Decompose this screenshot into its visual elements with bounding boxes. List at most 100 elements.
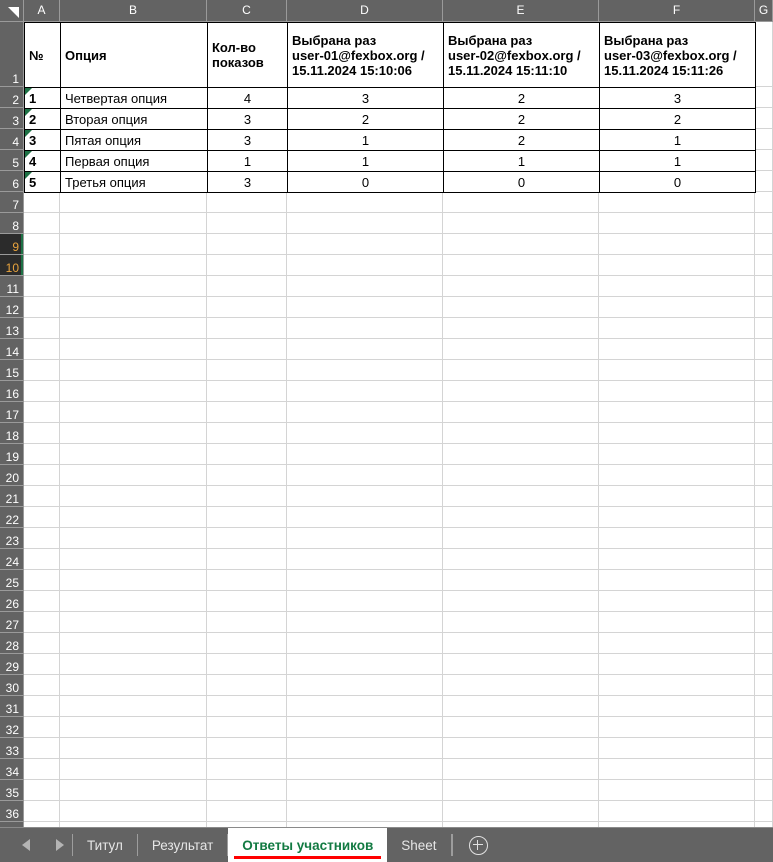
row-header-29[interactable]: 29 [0, 654, 24, 675]
cell-user01[interactable]: 2 [287, 108, 444, 130]
row-header-24[interactable]: 24 [0, 549, 24, 570]
grid-cell-c21[interactable] [207, 486, 287, 506]
cell-shows[interactable]: 3 [207, 171, 288, 193]
grid-cell-b35[interactable] [60, 780, 207, 800]
row-header-14[interactable]: 14 [0, 339, 24, 360]
grid-cell-f12[interactable] [599, 297, 755, 317]
grid-cell-e25[interactable] [443, 570, 599, 590]
row-header-19[interactable]: 19 [0, 444, 24, 465]
grid-cell-a21[interactable] [24, 486, 60, 506]
grid-cell-e22[interactable] [443, 507, 599, 527]
grid-cell-g18[interactable] [755, 423, 773, 443]
grid-cell-a36[interactable] [24, 801, 60, 821]
grid-cell-c27[interactable] [207, 612, 287, 632]
grid-cell-g22[interactable] [755, 507, 773, 527]
grid-cell-a27[interactable] [24, 612, 60, 632]
grid-cell-a20[interactable] [24, 465, 60, 485]
grid-cell-c17[interactable] [207, 402, 287, 422]
arrow-right-icon[interactable] [56, 839, 64, 851]
grid-cell-g2[interactable] [755, 87, 773, 107]
grid-cell-c16[interactable] [207, 381, 287, 401]
grid-cell-a17[interactable] [24, 402, 60, 422]
cell-index[interactable]: 1 [24, 87, 61, 109]
column-header-a[interactable]: A [24, 0, 60, 22]
grid-row[interactable] [24, 591, 773, 612]
grid-cell-g4[interactable] [755, 129, 773, 149]
row-header-2[interactable]: 2 [0, 87, 24, 108]
grid-cell-g36[interactable] [755, 801, 773, 821]
cell-user02[interactable]: 2 [443, 87, 600, 109]
grid-cell-d17[interactable] [287, 402, 443, 422]
grid-cell-b14[interactable] [60, 339, 207, 359]
row-header-28[interactable]: 28 [0, 633, 24, 654]
grid-cell-c28[interactable] [207, 633, 287, 653]
cell-user03[interactable]: 1 [599, 129, 756, 151]
grid-cell-b20[interactable] [60, 465, 207, 485]
grid-row[interactable] [24, 675, 773, 696]
grid-cell-c24[interactable] [207, 549, 287, 569]
grid-cell-a32[interactable] [24, 717, 60, 737]
row-header-25[interactable]: 25 [0, 570, 24, 591]
row-header-6[interactable]: 6 [0, 171, 24, 192]
grid-cell-d27[interactable] [287, 612, 443, 632]
grid-cell-f31[interactable] [599, 696, 755, 716]
grid-cell-a18[interactable] [24, 423, 60, 443]
grid-cell-b33[interactable] [60, 738, 207, 758]
cell-user01[interactable]: 1 [287, 150, 444, 172]
select-all-corner[interactable] [0, 0, 24, 22]
grid-row[interactable] [24, 360, 773, 381]
grid-row[interactable] [24, 255, 773, 276]
table-header-cell-3[interactable]: Выбрана раз user-01@fexbox.org /15.11.202… [287, 22, 444, 88]
grid-cell-f25[interactable] [599, 570, 755, 590]
grid-cell-a8[interactable] [24, 213, 60, 233]
grid-cell-c30[interactable] [207, 675, 287, 695]
cell-user03[interactable]: 1 [599, 150, 756, 172]
grid-cell-e35[interactable] [443, 780, 599, 800]
grid-cell-g25[interactable] [755, 570, 773, 590]
grid-cell-b12[interactable] [60, 297, 207, 317]
grid-row[interactable] [24, 297, 773, 318]
grid-cell-g32[interactable] [755, 717, 773, 737]
grid-row[interactable] [24, 528, 773, 549]
grid-cell-d26[interactable] [287, 591, 443, 611]
grid-cell-b25[interactable] [60, 570, 207, 590]
cell-user03[interactable]: 3 [599, 87, 756, 109]
sheet-tab-ответы-участников[interactable]: Ответы участников [228, 828, 388, 862]
grid-cell-f32[interactable] [599, 717, 755, 737]
grid-cell-c32[interactable] [207, 717, 287, 737]
cell-user02[interactable]: 0 [443, 171, 600, 193]
cell-option[interactable]: Четвертая опция [60, 87, 208, 109]
grid-cell-d14[interactable] [287, 339, 443, 359]
grid-cell-c20[interactable] [207, 465, 287, 485]
cell-option[interactable]: Третья опция [60, 171, 208, 193]
grid-cell-g7[interactable] [755, 192, 773, 212]
row-header-1[interactable]: 1 [0, 22, 24, 87]
grid-row[interactable] [24, 234, 773, 255]
grid-cell-e11[interactable] [443, 276, 599, 296]
row-header-32[interactable]: 32 [0, 717, 24, 738]
row-header-7[interactable]: 7 [0, 192, 24, 213]
grid-cell-b26[interactable] [60, 591, 207, 611]
table-header-cell-5[interactable]: Выбрана раз user-03@fexbox.org /15.11.202… [599, 22, 756, 88]
grid-cell-g12[interactable] [755, 297, 773, 317]
row-header-12[interactable]: 12 [0, 297, 24, 318]
row-header-17[interactable]: 17 [0, 402, 24, 423]
grid-cell-a28[interactable] [24, 633, 60, 653]
grid-row[interactable] [24, 759, 773, 780]
column-header-g[interactable]: G [755, 0, 773, 22]
grid-cell-f36[interactable] [599, 801, 755, 821]
grid-cell-c12[interactable] [207, 297, 287, 317]
cell-index[interactable]: 5 [24, 171, 61, 193]
grid-row[interactable] [24, 570, 773, 591]
grid-cell-d33[interactable] [287, 738, 443, 758]
row-header-26[interactable]: 26 [0, 591, 24, 612]
grid-cell-g6[interactable] [755, 171, 773, 191]
grid-row[interactable] [24, 507, 773, 528]
grid-cell-g3[interactable] [755, 108, 773, 128]
cell-shows[interactable]: 3 [207, 108, 288, 130]
grid-cell-a31[interactable] [24, 696, 60, 716]
grid-cell-a34[interactable] [24, 759, 60, 779]
grid-cell-b21[interactable] [60, 486, 207, 506]
grid-cell-f28[interactable] [599, 633, 755, 653]
grid-cell-d24[interactable] [287, 549, 443, 569]
